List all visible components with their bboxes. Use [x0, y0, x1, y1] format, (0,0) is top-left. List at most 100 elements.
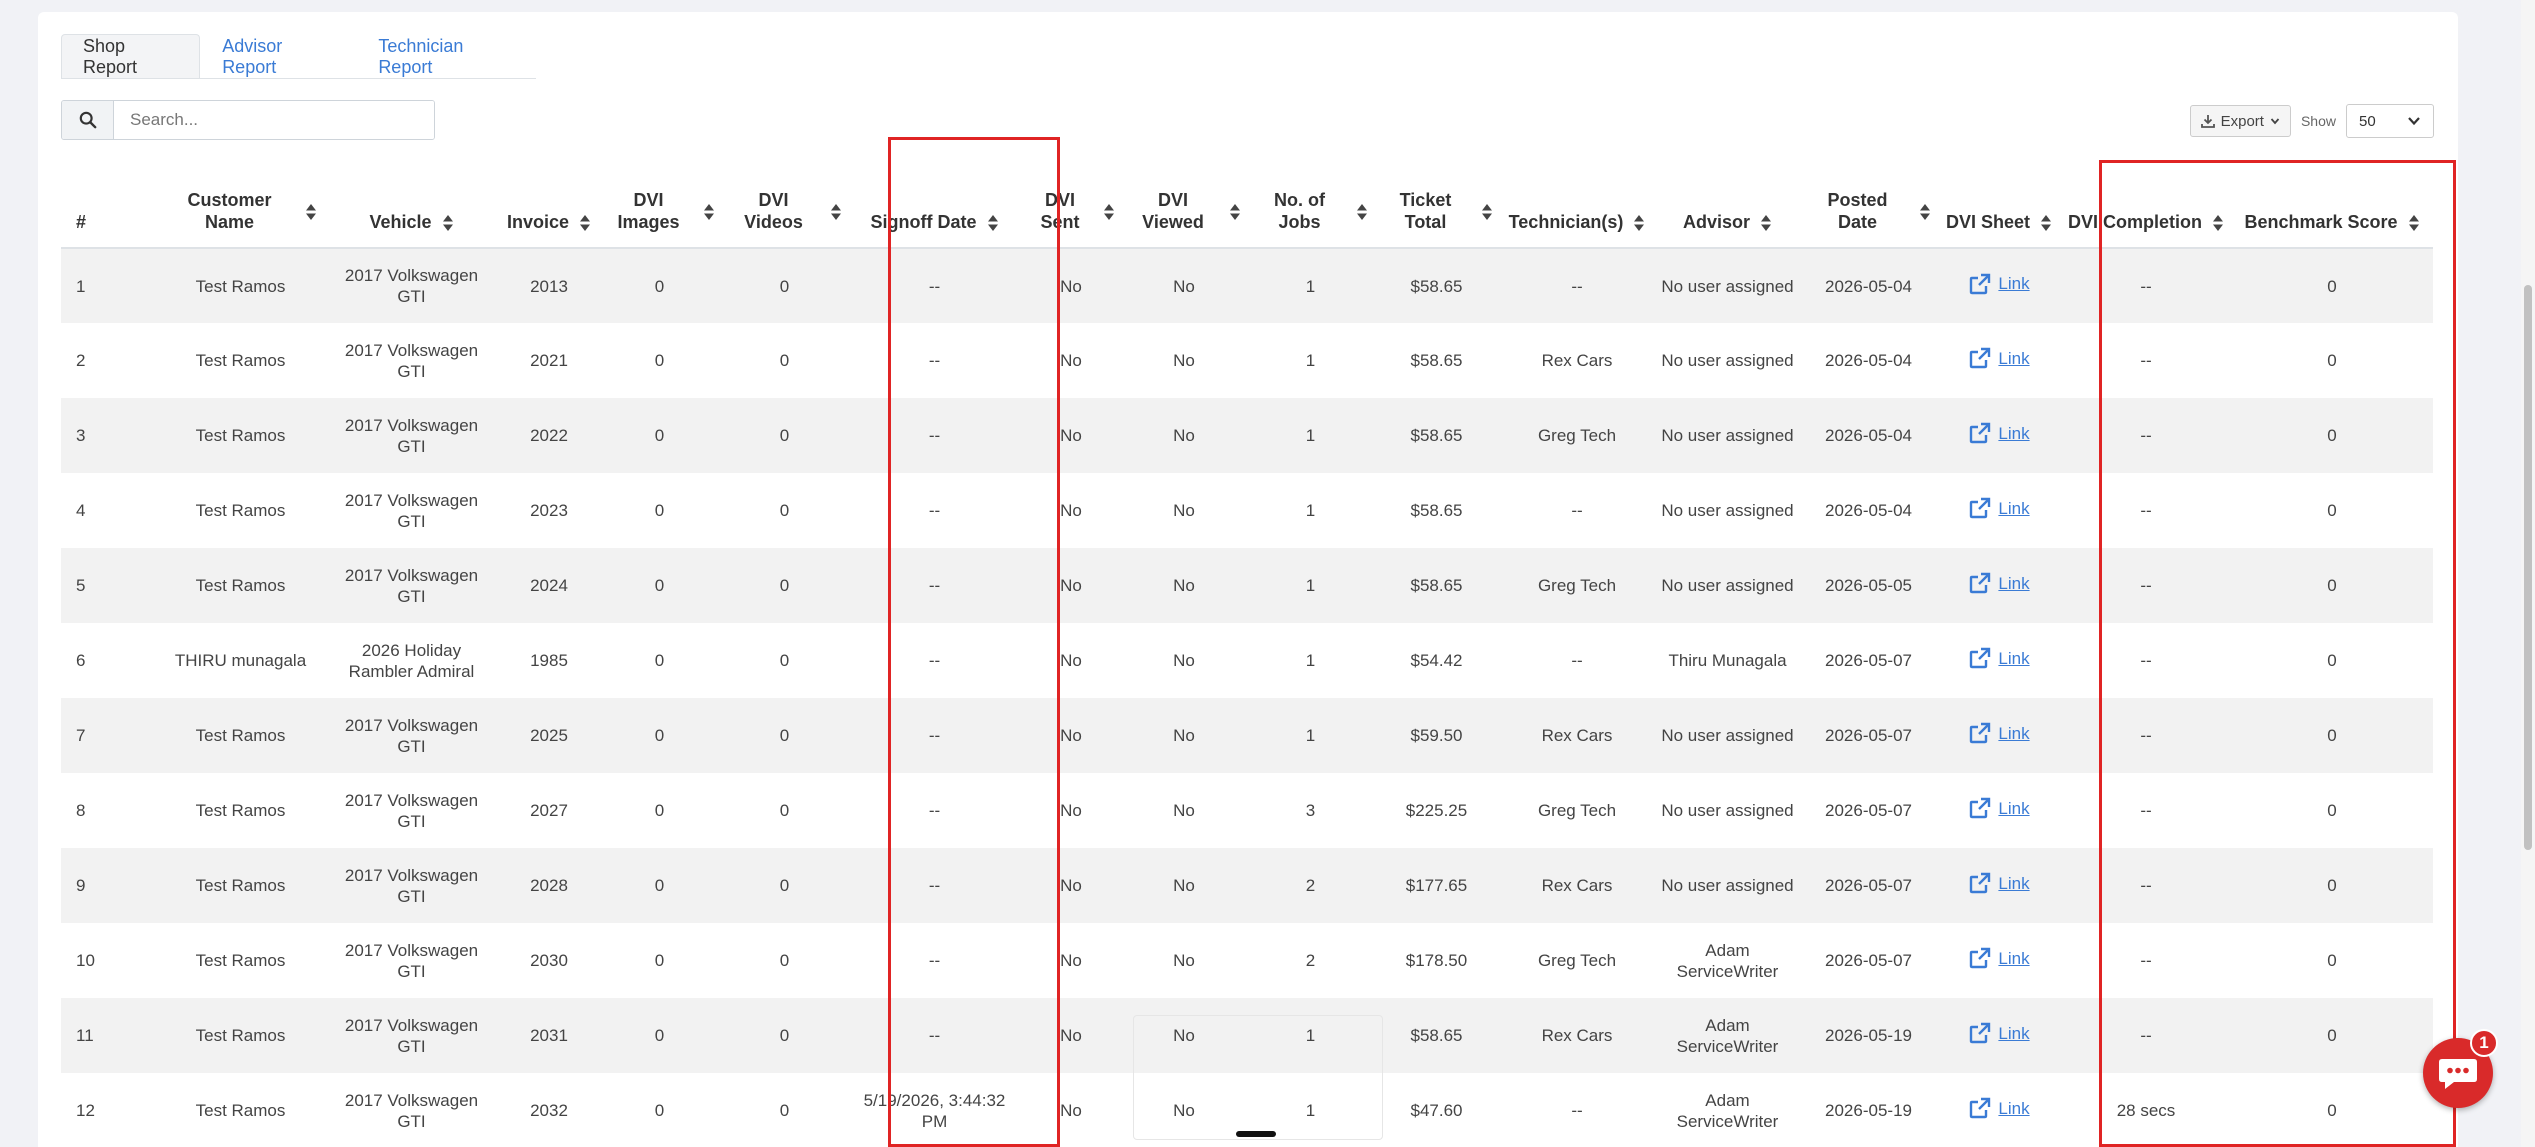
column-header-customer-name[interactable]: Customer Name — [158, 172, 323, 249]
advisor-cell: No user assigned — [1661, 351, 1794, 370]
advisor-cell: No user assigned — [1661, 801, 1794, 820]
table-row[interactable]: 7 Test Ramos 2017 Volkswagen GTI 2025 0 0 -- No… — [61, 698, 2433, 773]
row-number: 8 — [76, 801, 86, 820]
search-button[interactable] — [62, 101, 114, 139]
dvi-sheet-link[interactable]: Link — [1968, 571, 2030, 595]
column-header-no-of-jobs[interactable]: No. of Jobs — [1247, 172, 1374, 249]
external-link-icon — [1970, 947, 1991, 969]
dvi-sheet-link[interactable]: Link — [1968, 721, 2030, 745]
sort-icon[interactable] — [987, 211, 999, 233]
table-row[interactable]: 6 THIRU munagala 2026 Holiday Rambler Admi… — [61, 623, 2433, 698]
tab-advisor-report[interactable]: Advisor Report — [200, 34, 356, 78]
vehicle-cell: 2017 Volkswagen GTI — [344, 865, 479, 906]
dvi-sheet-link[interactable]: Link — [1968, 646, 2030, 670]
column-header-label: Technician(s) — [1508, 212, 1624, 232]
sort-icon[interactable] — [579, 211, 591, 233]
column-header-technician-s[interactable]: Technician(s) — [1499, 172, 1655, 249]
column-header-label: Customer Name — [187, 190, 272, 232]
column-header-signoff-date[interactable]: Signoff Date — [848, 172, 1021, 249]
dvi-viewed-cell: No — [1173, 426, 1195, 445]
vehicle-cell: 2017 Volkswagen GTI — [344, 340, 479, 381]
dvi-sheet-cell: Link — [1937, 323, 2061, 398]
vehicle-cell: 2017 Volkswagen GTI — [344, 1015, 479, 1056]
column-header-dvi-completion[interactable]: DVI Completion — [2061, 172, 2231, 249]
dvi-sheet-cell: Link — [1937, 923, 2061, 998]
column-header-dvi-images[interactable]: DVI Images — [598, 172, 721, 249]
search-input[interactable] — [114, 101, 434, 139]
sort-icon[interactable] — [830, 200, 842, 222]
column-header-dvi-sent[interactable]: DVI Sent — [1021, 172, 1121, 249]
dvi-completion-cell: -- — [2140, 726, 2152, 745]
benchmark-score-cell: 0 — [2327, 576, 2337, 595]
dvi-sheet-link[interactable]: Link — [1968, 1096, 2030, 1120]
dvi-sheet-link[interactable]: Link — [1968, 796, 2030, 820]
dvi-sent-cell: No — [1060, 426, 1082, 445]
table-row[interactable]: 9 Test Ramos 2017 Volkswagen GTI 2028 0 0 -- No… — [61, 848, 2433, 923]
table-row[interactable]: 2 Test Ramos 2017 Volkswagen GTI 2021 0 0 -- No… — [61, 323, 2433, 398]
column-header-advisor[interactable]: Advisor — [1655, 172, 1800, 249]
dvi-sheet-link-label: Link — [1998, 1023, 2030, 1043]
sort-icon[interactable] — [1481, 200, 1493, 222]
table-row[interactable]: 10 Test Ramos 2017 Volkswagen GTI 2030 0 0 -- N… — [61, 923, 2433, 998]
table-row[interactable]: 4 Test Ramos 2017 Volkswagen GTI 2023 0 0 -- No… — [61, 473, 2433, 548]
dvi-sheet-link[interactable]: Link — [1968, 946, 2030, 970]
dvi-sheet-link-label: Link — [1998, 873, 2030, 893]
sort-icon[interactable] — [1760, 211, 1772, 233]
scrollbar-thumb[interactable] — [2524, 285, 2532, 850]
row-number: 10 — [76, 951, 95, 970]
dvi-sheet-link[interactable]: Link — [1968, 496, 2030, 520]
table-row[interactable]: 11 Test Ramos 2017 Volkswagen GTI 2031 0 0 -- N… — [61, 998, 2433, 1073]
column-header-dvi-videos[interactable]: DVI Videos — [721, 172, 848, 249]
sort-icon[interactable] — [1103, 200, 1115, 222]
dvi-sheet-link[interactable]: Link — [1968, 346, 2030, 370]
ticket-total-cell: $58.65 — [1410, 351, 1463, 370]
sort-icon[interactable] — [1633, 211, 1645, 233]
export-button[interactable]: Export — [2189, 105, 2291, 137]
dvi-sheet-link[interactable]: Link — [1968, 421, 2030, 445]
invoice-cell: 1985 — [530, 651, 568, 670]
sort-icon[interactable] — [2408, 211, 2420, 233]
sort-icon[interactable] — [1229, 200, 1241, 222]
tab-technician-report[interactable]: Technician Report — [356, 34, 536, 78]
page-size-select[interactable]: 50 — [2346, 104, 2434, 138]
ticket-total-cell: $178.50 — [1405, 951, 1468, 970]
signoff-date-cell: -- — [928, 351, 941, 370]
column-header-invoice[interactable]: Invoice — [500, 172, 598, 249]
table-row[interactable]: 8 Test Ramos 2017 Volkswagen GTI 2027 0 0 -- No… — [61, 773, 2433, 848]
dvi-images-cell: 0 — [654, 651, 665, 670]
tab-shop-report[interactable]: Shop Report — [61, 34, 201, 78]
dvi-sheet-cell: Link — [1937, 473, 2061, 548]
dvi-viewed-cell: No — [1173, 1026, 1195, 1045]
report-card: Shop Report Advisor Report Technician Repo… — [38, 12, 2458, 1147]
benchmark-score-cell: 0 — [2327, 876, 2337, 895]
dvi-sent-cell: No — [1060, 1026, 1082, 1045]
dvi-sheet-link-label: Link — [1998, 573, 2030, 593]
posted-date-cell: 2026-05-07 — [1825, 726, 1912, 745]
column-header-dvi-viewed[interactable]: DVI Viewed — [1121, 172, 1247, 249]
sort-icon[interactable] — [1919, 200, 1931, 222]
column-header-benchmark-score[interactable]: Benchmark Score — [2231, 172, 2433, 249]
column-header-dvi-sheet[interactable]: DVI Sheet — [1937, 172, 2061, 249]
table-row[interactable]: 1 Test Ramos 2017 Volkswagen GTI 2013 0 0 -- No… — [61, 248, 2433, 323]
sort-icon[interactable] — [1356, 200, 1368, 222]
sort-icon[interactable] — [305, 200, 317, 222]
column-header-ticket-total[interactable]: Ticket Total — [1374, 172, 1499, 249]
dvi-sheet-link[interactable]: Link — [1968, 871, 2030, 895]
column-header-posted-date[interactable]: Posted Date — [1800, 172, 1937, 249]
table-row[interactable]: 5 Test Ramos 2017 Volkswagen GTI 2024 0 0 -- No… — [61, 548, 2433, 623]
dvi-sheet-link[interactable]: Link — [1968, 272, 2030, 296]
drag-handle[interactable] — [1236, 1131, 1276, 1137]
column-header-vehicle[interactable]: Vehicle — [323, 172, 500, 249]
ticket-total-cell: $225.25 — [1405, 801, 1468, 820]
sort-icon[interactable] — [442, 211, 454, 233]
column-header-number: # — [61, 172, 158, 249]
dvi-images-cell: 0 — [654, 501, 665, 520]
dvi-sheet-link[interactable]: Link — [1968, 1021, 2030, 1045]
sort-icon[interactable] — [703, 200, 715, 222]
posted-date-cell: 2026-05-04 — [1825, 426, 1912, 445]
row-number: 5 — [76, 576, 86, 595]
sort-icon[interactable] — [2040, 211, 2052, 233]
sort-icon[interactable] — [2212, 211, 2224, 233]
page-scrollbar[interactable] — [2521, 0, 2535, 1147]
table-row[interactable]: 3 Test Ramos 2017 Volkswagen GTI 2022 0 0 -- No… — [61, 398, 2433, 473]
